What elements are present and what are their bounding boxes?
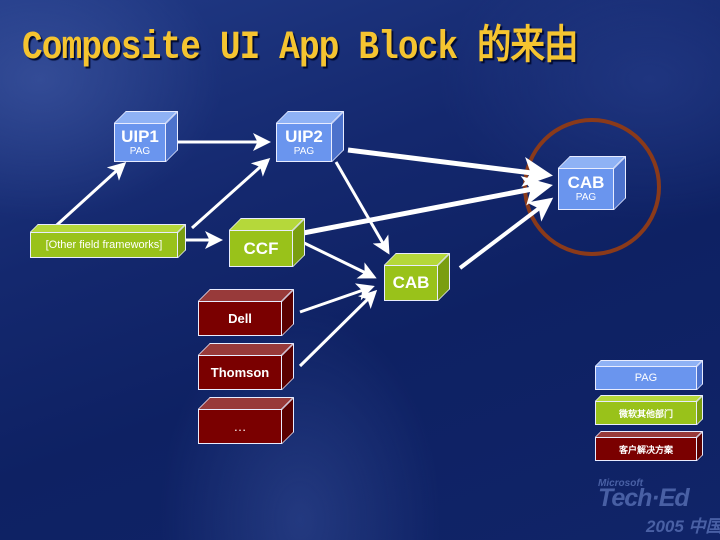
node-dell: Dell [198,289,294,336]
node-sublabel: PAG [293,145,315,157]
node-label: … [233,419,247,434]
edge-ccf-cab-other [297,238,377,279]
node-label: [Other field frameworks] [45,239,163,251]
legend-label: PAG [634,372,658,384]
node-thomson: Thomson [198,343,294,390]
node-ccf: CCF [229,218,305,267]
node-label: UIP1 [121,126,159,146]
logo-event: Tech·Ed [598,484,690,512]
edge-cab-other-cab-pag [458,197,554,270]
node-label: UIP2 [285,126,323,146]
edge-other-uip1 [46,161,127,235]
node-label: CAB [567,173,605,192]
node-cab-pag: CAB PAG [558,156,626,210]
legend-label: 微软其他部门 [618,408,673,419]
node-label: CCF [243,238,279,258]
node-etc: … [198,397,294,444]
edge-uip2-cab-pag [347,147,553,187]
edge-uip2-cab-other [334,161,390,255]
node-label: Thomson [210,365,270,380]
edge-ccf-cab-pag [297,175,553,237]
legend-label: 客户解决方案 [618,444,673,455]
node-sublabel: PAG [129,145,151,157]
node-uip2: UIP2 PAG [276,111,344,162]
legend-item-ms-other: 微软其他部门 [595,395,703,425]
logo-edition: 2005 中国 [646,517,720,536]
edge-dell-cab [299,283,375,314]
edge-thomson-cab [298,289,378,368]
node-sublabel: PAG [575,192,597,203]
node-label: Dell [228,311,252,326]
legend-item-pag: PAG [595,360,703,390]
node-cab-other: CAB [384,253,450,301]
legend-item-customer: 客户解决方案 [595,431,703,461]
node-other-frameworks: [Other field frameworks] [30,224,186,258]
node-label: CAB [392,273,430,292]
node-uip1: UIP1 PAG [114,111,178,162]
